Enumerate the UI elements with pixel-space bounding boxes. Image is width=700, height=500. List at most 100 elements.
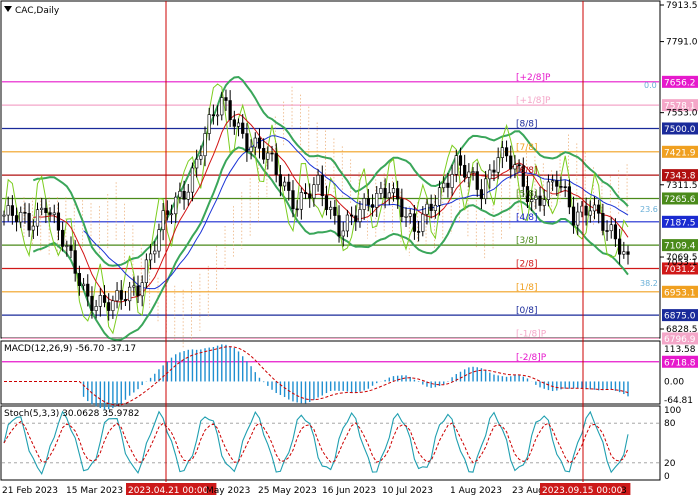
chart-window[interactable]: [+2/8]P7656.2[+1/8]P7578.1[8/8]7500.0[7/… xyxy=(0,0,700,500)
current-price-label: 7053.1 xyxy=(666,258,698,268)
candle-body xyxy=(576,211,580,226)
fib-label: 0.0 xyxy=(644,81,657,90)
murray-tag: [5/8] xyxy=(516,189,538,199)
candle-body xyxy=(379,188,383,194)
candle-body xyxy=(492,169,496,173)
candle-body xyxy=(417,231,421,233)
murray-price-label: 6953.1 xyxy=(664,288,696,298)
candle-body xyxy=(299,192,303,210)
candle-body xyxy=(2,214,6,217)
candle-body xyxy=(546,181,551,200)
candle-body xyxy=(308,193,312,199)
murray-tag: [4/8] xyxy=(516,213,538,223)
candle-body xyxy=(429,203,433,211)
murray-tag: [3/8] xyxy=(516,236,538,246)
candle-body xyxy=(592,204,597,212)
candle-body xyxy=(207,114,211,134)
candle-body xyxy=(500,147,504,158)
candle-body xyxy=(253,137,257,148)
candle-body xyxy=(354,215,358,222)
date-cursor-label: 2023.09.15 00:00 xyxy=(542,486,623,496)
candle-body xyxy=(622,251,626,255)
candle-body xyxy=(245,133,249,152)
candle-body xyxy=(563,186,567,189)
candle-body xyxy=(81,283,86,286)
candle-body xyxy=(224,97,228,101)
candle-body xyxy=(119,290,123,300)
murray-price-label: 6718.8 xyxy=(664,358,696,368)
candle-body xyxy=(571,206,576,226)
candle-body xyxy=(295,208,299,211)
candle-body xyxy=(450,174,454,188)
date-tick-label: 15 Mar 2023 xyxy=(66,486,123,496)
candle-body xyxy=(530,199,534,203)
murray-price-label: 7109.4 xyxy=(664,242,696,252)
candle-body xyxy=(437,187,442,206)
candle-body xyxy=(56,212,61,231)
candle-body xyxy=(618,238,622,255)
candle-body xyxy=(65,245,69,247)
candle-body xyxy=(567,186,571,208)
price-tick-label: 7311.5 xyxy=(666,181,698,191)
candle-body xyxy=(241,122,245,134)
candle-body xyxy=(278,174,283,187)
date-tick-label: 25 May 2023 xyxy=(258,486,317,496)
macd-axis-label: 113.58 xyxy=(664,345,696,355)
candle-body xyxy=(44,207,48,213)
price-tick-label: 7791.0 xyxy=(666,38,698,48)
candle-body xyxy=(316,175,320,185)
murray-price-label: 7656.2 xyxy=(664,78,696,88)
candle-body xyxy=(174,196,178,215)
candle-body xyxy=(282,181,287,187)
candle-body xyxy=(220,97,224,116)
candle-body xyxy=(73,250,77,274)
candle-body xyxy=(148,253,153,261)
candle-body xyxy=(609,224,613,232)
candle-body xyxy=(262,148,266,160)
stoch-axis-label: 0 xyxy=(664,472,670,482)
candle-body xyxy=(270,152,274,155)
candle-body xyxy=(421,213,425,232)
candle-body xyxy=(588,210,592,216)
candle-body xyxy=(157,229,161,252)
candle-body xyxy=(333,206,337,216)
murray-tag: [1/8] xyxy=(516,283,538,293)
candle-body xyxy=(551,180,555,183)
candle-body xyxy=(161,210,165,231)
murray-tag: [8/8] xyxy=(516,119,538,129)
candle-body xyxy=(190,167,195,193)
candle-body xyxy=(504,147,509,157)
price-tick-label: 7913.5 xyxy=(666,1,698,11)
candle-body xyxy=(94,306,98,311)
candle-body xyxy=(23,212,27,214)
candle-body xyxy=(488,169,492,180)
stoch-axis-label: 100 xyxy=(664,406,681,416)
candle-body xyxy=(475,171,479,190)
candle-body xyxy=(442,182,446,189)
candle-body xyxy=(626,251,630,255)
candle-body xyxy=(228,100,232,121)
date-tick-label: May 2023 xyxy=(206,486,250,496)
candle-body xyxy=(496,157,500,173)
candle-body xyxy=(199,155,203,160)
candle-body xyxy=(391,188,396,194)
candle-body xyxy=(538,195,542,206)
candle-body xyxy=(559,186,563,188)
candle-body xyxy=(102,295,107,303)
candle-body xyxy=(136,285,140,297)
candle-body xyxy=(383,188,387,199)
macd-axis-label: 0.00 xyxy=(664,377,684,387)
candle-body xyxy=(48,212,52,215)
candle-body xyxy=(291,190,295,210)
stoch-axis-label: 80 xyxy=(664,419,676,429)
fib-label: 38.2 xyxy=(640,279,658,288)
candle-body xyxy=(128,286,132,302)
candle-body xyxy=(454,155,458,175)
candle-body xyxy=(349,214,354,217)
price-tick-label: 7553.0 xyxy=(666,109,698,119)
date-cursor-label: 2023.04.21 00:00 xyxy=(128,486,209,496)
candle-body xyxy=(412,213,417,232)
price-tick-label: 6828.5 xyxy=(666,325,698,335)
candle-body xyxy=(203,133,207,157)
candle-body xyxy=(601,212,605,231)
